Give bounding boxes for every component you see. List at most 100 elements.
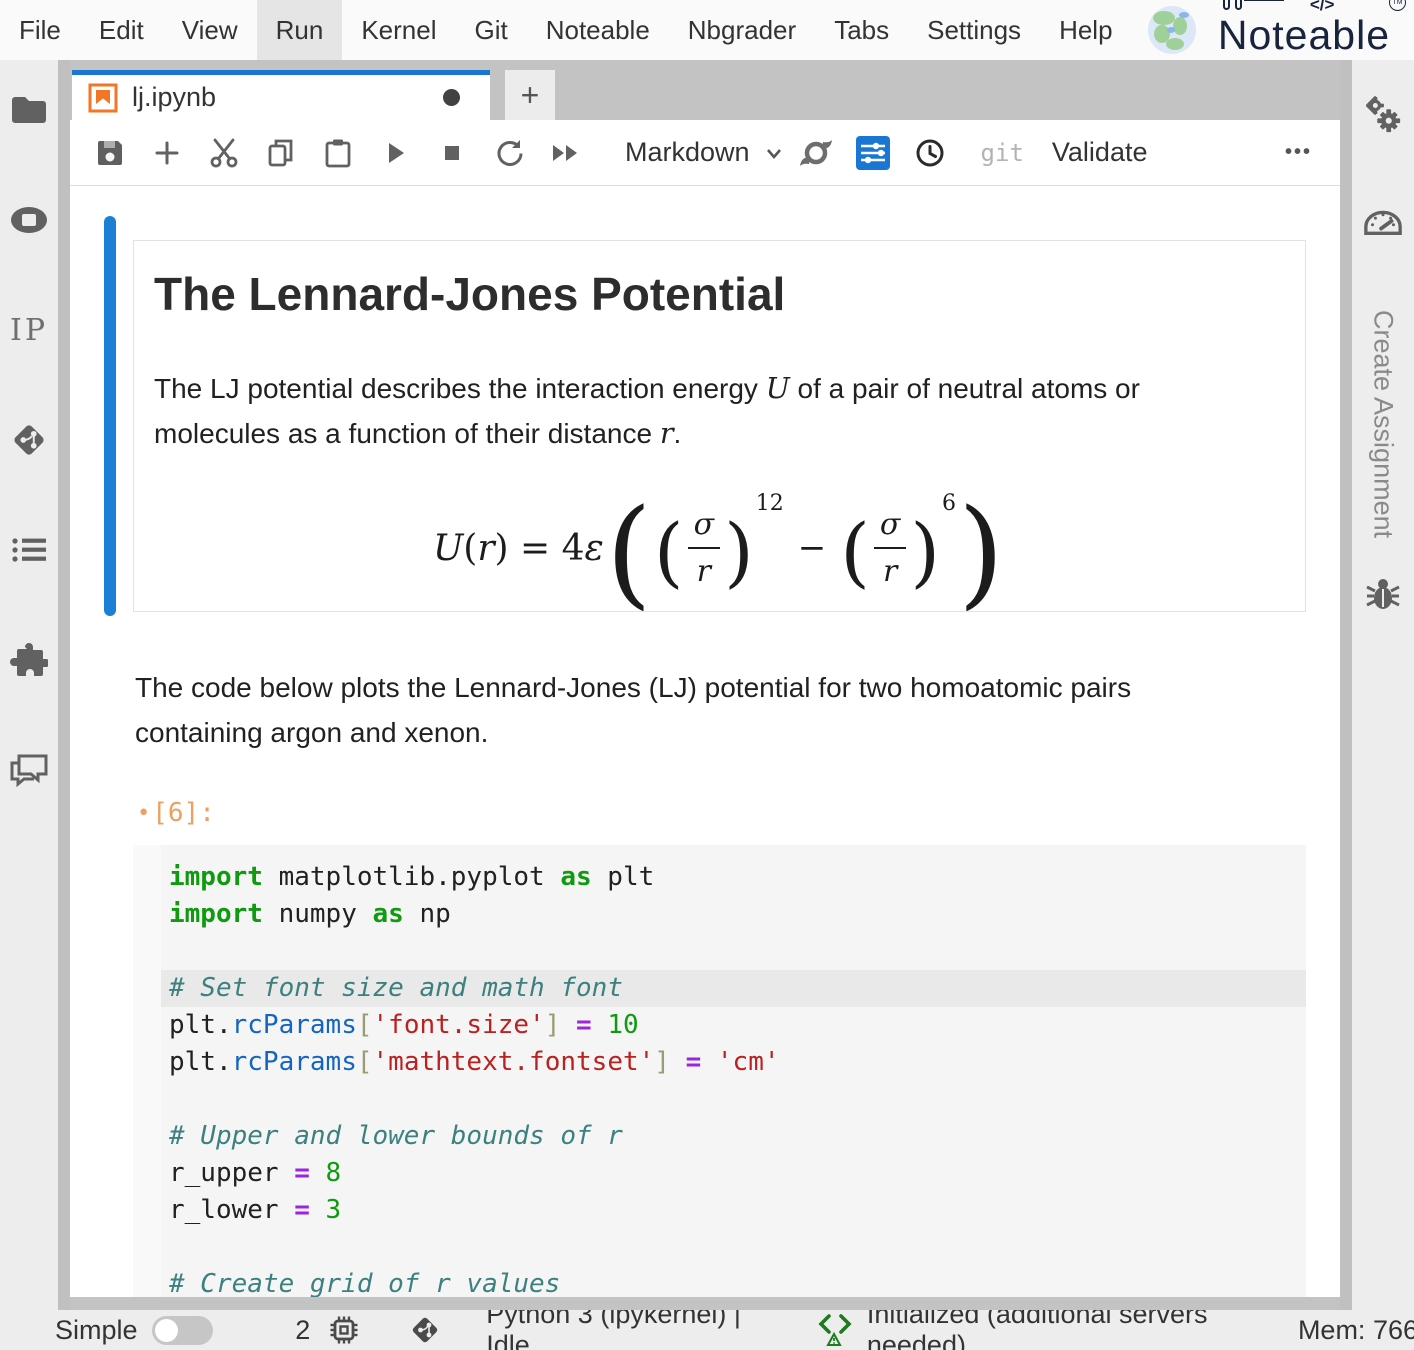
kernel-sessions-count[interactable]: 2	[295, 1315, 310, 1346]
menu-item-view[interactable]: View	[163, 0, 257, 60]
code-line: # Upper and lower bounds of r	[161, 1118, 1306, 1155]
noteable-logo[interactable]: </> Noteable TM	[1218, 2, 1390, 59]
horizontal-scrollbar-track[interactable]	[70, 1297, 1340, 1310]
copy-icon	[265, 137, 297, 169]
add-cell-icon	[152, 138, 182, 168]
math-var-U: U	[766, 371, 790, 405]
menu-item-nbgrader[interactable]: Nbgrader	[669, 0, 815, 60]
debugger-tab[interactable]	[1363, 574, 1403, 614]
unsaved-changes-indicator[interactable]	[443, 89, 460, 106]
dashboard-tab[interactable]	[1363, 200, 1403, 240]
execution-bullet: •	[137, 801, 150, 826]
running-kernels-tab[interactable]	[9, 200, 49, 240]
left-panel-divider[interactable]	[58, 60, 70, 1310]
right-panel-divider[interactable]	[1340, 60, 1352, 1310]
markdown-cell-rendered-2[interactable]: The code below plots the Lennard-Jones (…	[135, 665, 1165, 755]
menu-item-run[interactable]: Run	[257, 0, 343, 60]
simple-mode-label: Simple	[55, 1315, 138, 1346]
code-cell-editor[interactable]: import matplotlib.pyplot as pltimport nu…	[133, 845, 1306, 1297]
swirl-button[interactable]	[796, 131, 836, 175]
run-all-button[interactable]	[546, 131, 586, 175]
equation-term-12: ( σr ) 12	[654, 507, 784, 589]
trademark-badge: TM	[1389, 0, 1406, 11]
code-line: plt.rcParams['mathtext.fontset'] = 'cm'	[161, 1044, 1306, 1081]
table-of-contents-tab[interactable]	[9, 530, 49, 570]
server-status-indicator[interactable]	[817, 1312, 857, 1348]
save-button[interactable]	[90, 131, 130, 175]
code-line	[161, 1081, 1306, 1118]
property-inspector-tab[interactable]	[1363, 95, 1403, 135]
interrupt-kernel-button[interactable]	[432, 131, 472, 175]
binder-rings-icon	[1222, 0, 1302, 10]
menu-item-git[interactable]: Git	[455, 0, 526, 60]
file-browser-tab[interactable]	[9, 90, 49, 130]
cell-tools-button[interactable]	[853, 131, 893, 175]
selected-cell-collapser[interactable]	[104, 216, 116, 616]
cell-type-value: Markdown	[625, 137, 750, 168]
restart-icon	[493, 137, 525, 169]
insert-cell-button[interactable]	[147, 131, 187, 175]
code-glyph: </>	[1310, 0, 1335, 15]
menu-item-tabs[interactable]: Tabs	[815, 0, 908, 60]
sliders-icon	[855, 135, 891, 171]
equation-term-6: ( σr ) 6	[840, 507, 956, 589]
menubar: FileEditViewRunKernelGitNoteableNbgrader…	[0, 0, 1414, 60]
git-diamond-icon	[408, 1313, 442, 1347]
validate-button[interactable]: Validate	[1052, 137, 1148, 168]
memory-usage: Mem: 766	[1298, 1315, 1414, 1346]
git-toolbar-label[interactable]: git	[981, 139, 1024, 167]
paste-icon	[322, 137, 354, 169]
globe-logo-icon[interactable]	[1146, 4, 1198, 56]
simple-mode-toggle[interactable]	[152, 1316, 214, 1345]
more-commands-button[interactable]: •••	[1285, 141, 1312, 164]
code-lines: import matplotlib.pyplot as pltimport nu…	[161, 845, 1306, 1297]
cut-icon	[208, 137, 240, 169]
notebook-tab[interactable]: lj.ipynb	[72, 70, 490, 120]
kernel-sessions-indicator[interactable]	[328, 1314, 360, 1346]
ipython-console-tab[interactable]: IP	[9, 310, 49, 350]
copy-cells-button[interactable]	[261, 131, 301, 175]
code-gutter	[133, 845, 161, 1297]
tab-bar: lj.ipynb +	[70, 60, 1340, 120]
run-all-icon	[549, 138, 583, 168]
ipython-label: IP	[10, 313, 48, 348]
git-status-indicator[interactable]	[408, 1313, 442, 1347]
clock-icon	[914, 137, 946, 169]
toc-icon	[11, 536, 47, 564]
main-panel: lj.ipynb +	[70, 60, 1340, 1310]
paste-cells-button[interactable]	[318, 131, 358, 175]
menubar-right: </> Noteable TM	[1146, 2, 1414, 59]
code-line: r_lower = 3	[161, 1192, 1306, 1229]
menu-item-kernel[interactable]: Kernel	[342, 0, 455, 60]
run-icon	[380, 138, 410, 168]
run-cell-button[interactable]	[375, 131, 415, 175]
cpu-chip-icon	[328, 1314, 360, 1346]
tab-title: lj.ipynb	[132, 82, 216, 113]
menu-item-edit[interactable]: Edit	[80, 0, 163, 60]
markdown-cell-rendered[interactable]: The Lennard-Jones Potential The LJ poten…	[133, 240, 1306, 612]
restart-kernel-button[interactable]	[489, 131, 529, 175]
equation-lhs: U(r) = 4ε	[433, 528, 604, 569]
status-bar: Simple 2 Pytho	[0, 1310, 1414, 1350]
code-line: plt.rcParams['font.size'] = 10	[161, 1007, 1306, 1044]
chevron-down-icon	[762, 141, 786, 165]
comments-tab[interactable]	[9, 750, 49, 790]
cut-cells-button[interactable]	[204, 131, 244, 175]
menu-item-settings[interactable]: Settings	[908, 0, 1040, 60]
code-line	[161, 1229, 1306, 1266]
latex-equation: U(r) = 4ε ( ( σr ) 12 − ( σr ) 6	[154, 478, 1285, 612]
save-icon	[95, 138, 125, 168]
menu-item-help[interactable]: Help	[1040, 0, 1131, 60]
menu-item-file[interactable]: File	[0, 0, 80, 60]
history-button[interactable]	[910, 131, 950, 175]
git-icon	[9, 419, 49, 461]
git-panel-tab[interactable]	[9, 420, 49, 460]
debugger-bug-icon	[1363, 575, 1403, 613]
create-assignment-tab[interactable]: Create Assignment	[1368, 310, 1399, 546]
cell-type-dropdown[interactable]: Markdown	[625, 137, 786, 168]
stop-icon	[437, 138, 467, 168]
extensions-tab[interactable]	[9, 640, 49, 680]
new-tab-button[interactable]: +	[505, 70, 555, 120]
menu-item-noteable[interactable]: Noteable	[527, 0, 669, 60]
kernel-status[interactable]: Python 3 (ipykernel) | Idle	[486, 1310, 781, 1350]
